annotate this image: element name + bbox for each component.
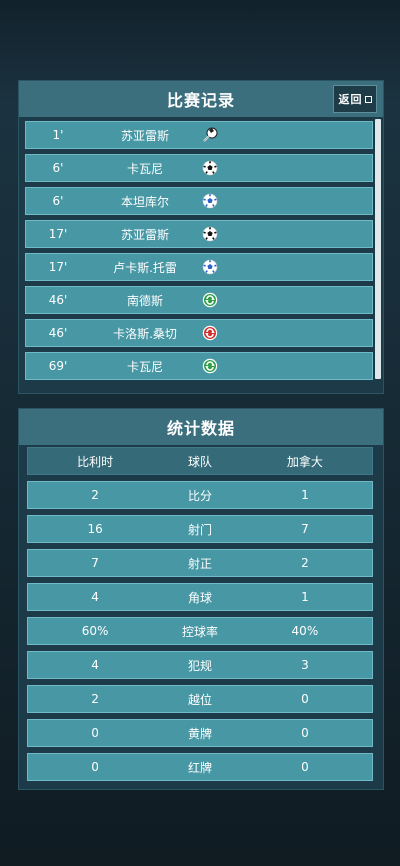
stat-away-value: 40%	[291, 624, 319, 638]
event-time: 1'	[52, 128, 64, 142]
stats-header: 统计数据	[19, 409, 383, 445]
ball-black-icon	[202, 226, 218, 242]
stat-row: 7 射正 2	[27, 549, 373, 577]
event-row[interactable]: 6' 卡瓦尼	[25, 154, 373, 182]
stat-label: 犯规	[187, 658, 212, 673]
event-time: 69'	[48, 359, 68, 373]
stat-row: 2 比分 1	[27, 481, 373, 509]
event-time: 17'	[48, 260, 68, 274]
events-header: 比赛记录 返回	[19, 81, 383, 117]
stat-row: 2 越位 0	[27, 685, 373, 713]
stat-home-value: 7	[91, 556, 99, 570]
stat-home-value: 0	[91, 760, 99, 774]
stat-label: 射门	[187, 522, 212, 537]
back-button[interactable]: 返回	[333, 85, 377, 113]
stat-label: 角球	[187, 590, 212, 605]
exit-icon	[364, 95, 372, 103]
scrollbar[interactable]	[375, 119, 381, 379]
stat-away-value: 1	[301, 590, 309, 604]
stat-row: 60% 控球率 40%	[27, 617, 373, 645]
back-label: 返回	[338, 93, 363, 106]
stat-row: 4 角球 1	[27, 583, 373, 611]
event-row[interactable]: 46' 南德斯	[25, 286, 373, 314]
stat-away-value: 1	[301, 488, 309, 502]
stat-away-value: 0	[301, 726, 309, 740]
stat-label: 控球率	[181, 624, 218, 639]
event-player: 南德斯	[126, 293, 163, 308]
stats-title: 统计数据	[166, 419, 235, 438]
event-player: 卡洛斯.桑切	[113, 326, 177, 341]
stat-row: 4 犯规 3	[27, 651, 373, 679]
event-time: 6'	[52, 194, 64, 208]
stat-label: 比分	[187, 488, 212, 503]
sub-in-icon	[202, 292, 218, 308]
team-away-label: 加拿大	[286, 454, 323, 469]
event-time: 46'	[48, 293, 68, 307]
event-row[interactable]: 17' 苏亚雷斯	[25, 220, 373, 248]
match-events-panel: 比赛记录 返回 1' 苏亚雷斯 6' 卡瓦尼 6' 本坦库尔 17' 苏亚雷斯 17' 卢卡斯.托…	[18, 80, 384, 394]
event-row[interactable]: 1' 苏亚雷斯	[25, 121, 373, 149]
ball-black-icon	[202, 160, 218, 176]
stat-away-value: 2	[301, 556, 309, 570]
stat-label: 红牌	[187, 760, 212, 775]
stat-row: 16 射门 7	[27, 515, 373, 543]
event-list[interactable]: 1' 苏亚雷斯 6' 卡瓦尼 6' 本坦库尔 17' 苏亚雷斯 17' 卢卡斯.托雷 46' 南德斯 4…	[25, 121, 373, 385]
event-row[interactable]: 17' 卢卡斯.托雷	[25, 253, 373, 281]
event-row[interactable]: 69' 卡瓦尼	[25, 352, 373, 380]
stat-home-value: 4	[91, 658, 99, 672]
team-home-label: 比利时	[77, 454, 114, 469]
event-row[interactable]: 6' 本坦库尔	[25, 187, 373, 215]
stat-away-value: 0	[301, 692, 309, 706]
stats-column-header: 比利时 球队 加拿大	[27, 447, 373, 475]
event-player: 卡瓦尼	[126, 161, 163, 176]
event-time: 17'	[48, 227, 68, 241]
stats-panel: 统计数据 比利时 球队 加拿大 2 比分 1 16 射门 7 7 射正 2 4 角球 1 60% 控球率 4…	[18, 408, 384, 790]
event-time: 6'	[52, 161, 64, 175]
stat-home-value: 0	[91, 726, 99, 740]
stat-home-value: 60%	[81, 624, 109, 638]
whistle-icon	[202, 127, 218, 143]
stat-away-value: 0	[301, 760, 309, 774]
stat-home-value: 2	[91, 488, 99, 502]
stat-away-value: 3	[301, 658, 309, 672]
stat-label: 射正	[187, 556, 212, 571]
ball-blue-icon	[202, 193, 218, 209]
sub-in-icon	[202, 358, 218, 374]
stats-list: 2 比分 1 16 射门 7 7 射正 2 4 角球 1 60% 控球率 40% 4 犯规 3 2 越位 0 0 黄牌 0 0 红…	[27, 481, 373, 787]
event-row[interactable]: 46' 卡洛斯.桑切	[25, 319, 373, 347]
event-player: 卢卡斯.托雷	[113, 260, 177, 275]
team-column-label: 球队	[187, 454, 212, 469]
stat-row: 0 红牌 0	[27, 753, 373, 781]
event-player: 苏亚雷斯	[120, 128, 169, 143]
sub-out-icon	[202, 325, 218, 341]
event-player: 卡瓦尼	[126, 359, 163, 374]
event-player: 苏亚雷斯	[120, 227, 169, 242]
event-time: 46'	[48, 326, 68, 340]
event-player: 本坦库尔	[120, 194, 169, 209]
stat-label: 黄牌	[187, 726, 212, 741]
stat-home-value: 2	[91, 692, 99, 706]
stat-label: 越位	[187, 692, 212, 707]
stat-away-value: 7	[301, 522, 309, 536]
stat-row: 0 黄牌 0	[27, 719, 373, 747]
stat-home-value: 16	[87, 522, 103, 536]
events-title: 比赛记录	[166, 91, 235, 110]
ball-blue-icon	[202, 259, 218, 275]
stat-home-value: 4	[91, 590, 99, 604]
